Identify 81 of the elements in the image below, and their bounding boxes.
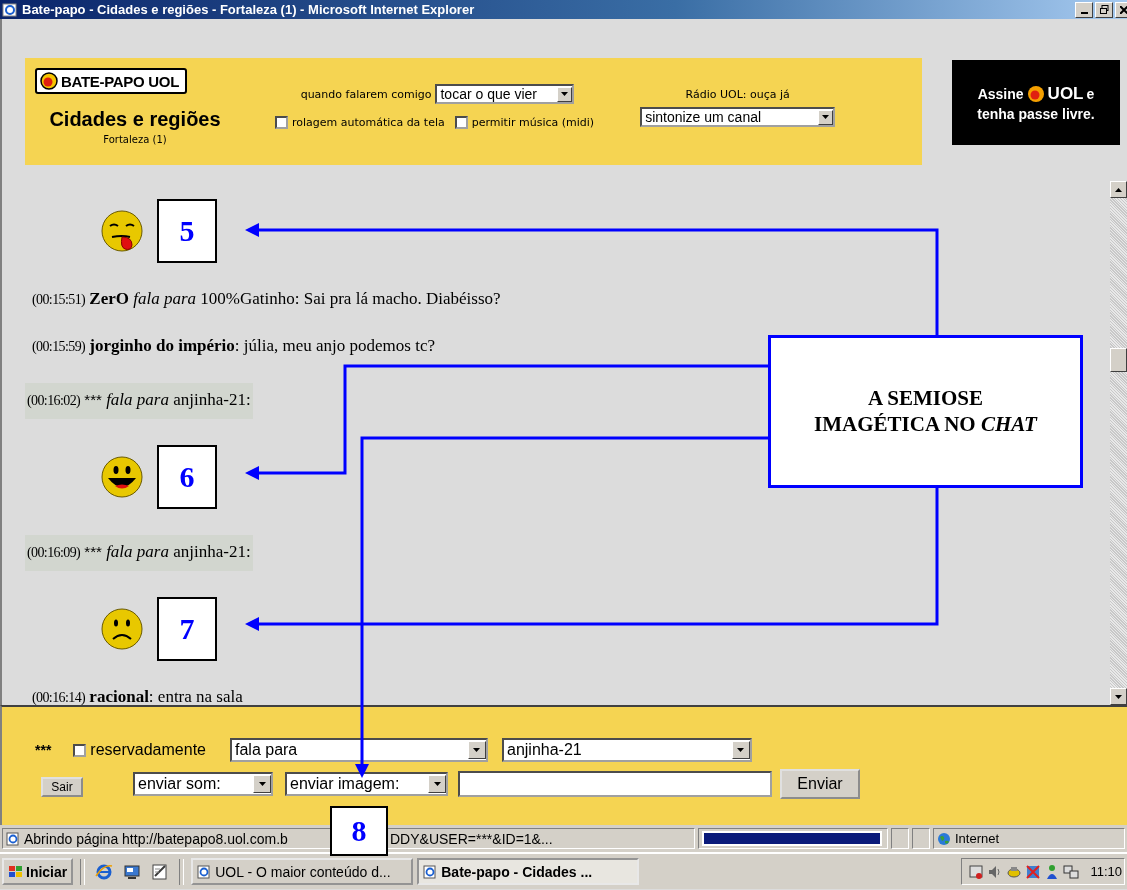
taskbar-button[interactable]: UOL - O maior conteúdo d... <box>191 858 414 885</box>
sound-dropdown[interactable]: enviar som: <box>133 772 273 796</box>
caret-icon[interactable] <box>732 741 750 759</box>
browser-icon[interactable] <box>95 862 114 881</box>
message-input[interactable] <box>458 771 772 797</box>
checkbox-label: rolagem automática da tela <box>292 116 445 129</box>
annotation-title: A SEMIOSE IMAGÉTICA NO CHAT <box>813 386 1039 437</box>
browser-page-icon <box>2 1 18 18</box>
exit-button[interactable]: Sair <box>41 777 83 797</box>
radio-label: Rádio UOL: ouça já <box>685 88 790 101</box>
notepad-pencil-icon[interactable] <box>151 862 170 881</box>
minimize-icon <box>1080 11 1088 14</box>
checkbox-label: reservadamente <box>90 741 206 759</box>
caret-icon[interactable] <box>557 86 573 102</box>
chat-message: (00:16:09) *** fala para anjinha-21: <box>25 535 253 571</box>
room-title: Cidades e regiões <box>49 108 221 131</box>
up-arrow-icon <box>1115 187 1122 192</box>
caret-icon[interactable] <box>818 109 834 125</box>
ad-text: Assine <box>977 85 1024 102</box>
scroll-down-button[interactable] <box>1110 688 1127 705</box>
status-text: Abrindo página http://batepapo8.uol.com.b <box>24 830 289 847</box>
taskbar-button[interactable]: Bate-papo - Cidades ... <box>417 858 640 885</box>
globe-icon <box>937 831 951 846</box>
chat-message: (00:15:51) ZerO fala para 100%Gatinho: Sai pra lá macho. Diabéisso? <box>31 289 501 310</box>
callout-number: 5 <box>157 199 217 263</box>
scroll-up-button[interactable] <box>1110 181 1127 198</box>
laughing-smiley-icon <box>100 455 144 499</box>
chat-message: (00:15:59) jorginho do império: júlia, meu anjo podemos tc? <box>31 336 435 357</box>
close-icon <box>1120 5 1127 14</box>
scroll-thumb[interactable] <box>1110 348 1127 372</box>
nickname: *** <box>35 742 52 758</box>
chat-message: (00:16:14) racional: entra na sala <box>31 687 243 705</box>
close-button[interactable] <box>1115 1 1127 18</box>
ad-brand: UOL <box>1047 83 1084 104</box>
checkbox[interactable] <box>454 116 468 129</box>
restore-button[interactable] <box>1095 1 1113 18</box>
checkbox[interactable] <box>73 743 87 757</box>
radio-dropdown[interactable]: sintonize um canal <box>640 107 836 127</box>
browser-page-icon <box>197 864 212 879</box>
network-icon[interactable] <box>1063 863 1080 880</box>
chat-message: (00:16:02) *** fala para anjinha-21: <box>25 383 253 419</box>
checkbox[interactable] <box>275 116 288 129</box>
window-title: Bate-papo - Cidades e regiões - Fortaleza (1) - Microsoft Internet Explorer <box>22 2 475 17</box>
network-error-icon[interactable] <box>1025 863 1042 880</box>
callout-number: 8 <box>330 806 388 856</box>
caret-icon[interactable] <box>428 775 446 793</box>
down-arrow-icon <box>1115 694 1122 699</box>
page-loading-icon <box>6 831 20 846</box>
clock: 11:10 <box>1090 864 1122 879</box>
desktop-icon[interactable] <box>123 862 142 881</box>
caret-icon[interactable] <box>468 741 486 759</box>
ad-banner[interactable]: Assine UOL e tenha passe livre. <box>952 60 1120 145</box>
send-button[interactable]: Enviar <box>780 769 860 799</box>
zone-label: Internet <box>955 831 1000 846</box>
ball-icon <box>1026 84 1045 103</box>
start-button[interactable]: Iniciar <box>2 858 74 885</box>
browser-page-icon <box>423 864 438 879</box>
notify-dropdown[interactable]: tocar o que vier <box>435 84 575 104</box>
notify-label: quando falarem comigo <box>300 87 432 101</box>
checkbox-label: permitir música (midi) <box>471 116 595 129</box>
frowning-smiley-icon <box>100 607 144 651</box>
caret-icon[interactable] <box>253 775 271 793</box>
status-pane <box>891 828 909 849</box>
action-dropdown[interactable]: fala para <box>230 738 488 762</box>
scrollbar[interactable] <box>1110 181 1127 705</box>
ad-text: tenha passe livre. <box>977 105 1095 122</box>
tongue-out-smiley-icon <box>100 209 144 253</box>
logo-ball-icon <box>40 72 58 90</box>
image-dropdown[interactable]: enviar imagem: <box>285 772 448 796</box>
minimize-button[interactable] <box>1075 1 1093 18</box>
status-pane <box>912 828 930 849</box>
status-text: DDY&USER=***&ID=1&... <box>390 830 553 847</box>
ad-text: e <box>1086 85 1095 102</box>
monitor-icon[interactable] <box>968 863 985 880</box>
restore-icon <box>1099 5 1109 14</box>
callout-number: 6 <box>157 445 217 509</box>
callout-number: 7 <box>157 597 217 661</box>
room-subtitle: Fortaleza (1) <box>103 134 167 145</box>
logo: BATE-PAPO UOL <box>35 68 188 94</box>
windows-flag-icon <box>8 864 24 879</box>
recipient-dropdown[interactable]: anjinha-21 <box>502 738 752 762</box>
